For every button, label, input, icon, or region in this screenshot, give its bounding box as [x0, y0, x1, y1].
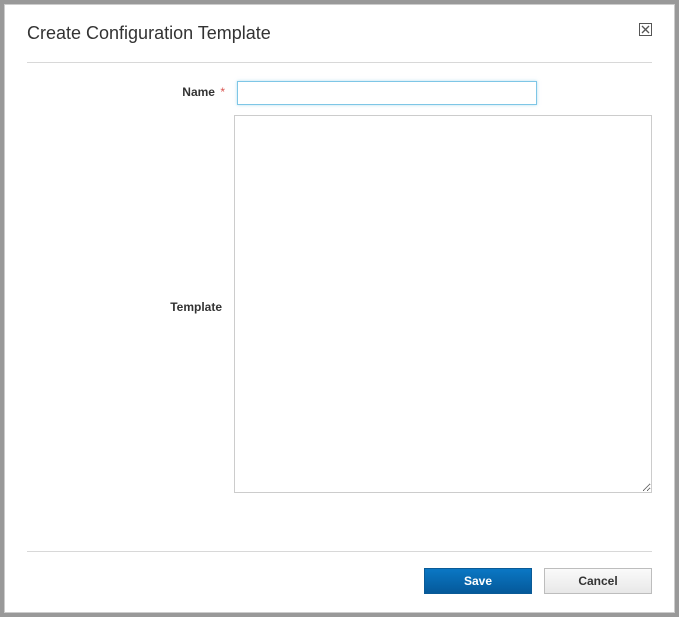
form-row-template: Template — [27, 115, 652, 498]
dialog-footer: Save Cancel — [27, 551, 652, 594]
dialog-body: Name * Template — [27, 63, 652, 551]
name-label: Name * — [27, 81, 237, 99]
close-icon[interactable] — [639, 23, 652, 36]
template-input-cell — [234, 115, 652, 498]
dialog-header: Create Configuration Template — [27, 23, 652, 63]
template-textarea[interactable] — [234, 115, 652, 493]
name-label-text: Name — [182, 85, 215, 99]
template-label: Template — [27, 300, 234, 314]
save-button[interactable]: Save — [424, 568, 532, 594]
form-row-name: Name * — [27, 81, 652, 105]
name-input[interactable] — [237, 81, 537, 105]
create-configuration-template-dialog: Create Configuration Template Name * Tem… — [4, 4, 675, 613]
dialog-title: Create Configuration Template — [27, 23, 271, 44]
required-marker: * — [220, 85, 225, 99]
name-input-cell — [237, 81, 652, 105]
cancel-button[interactable]: Cancel — [544, 568, 652, 594]
